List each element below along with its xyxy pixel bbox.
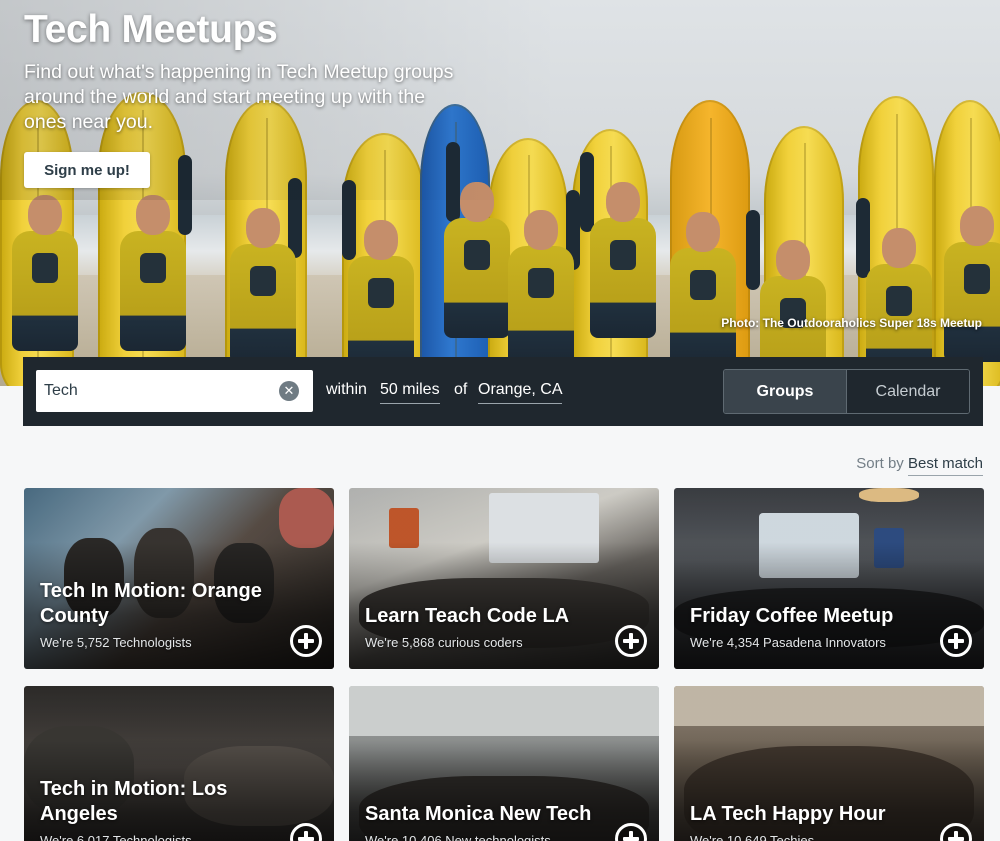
- group-card[interactable]: Friday Coffee Meetup We're 4,354 Pasaden…: [674, 488, 984, 669]
- group-members: We're 6,017 Technologists: [40, 833, 192, 841]
- page-title: Tech Meetups: [24, 8, 278, 51]
- hero-banner: Tech Meetups Find out what's happening i…: [0, 0, 1000, 386]
- search-bar: ✕ within 50 miles of Orange, CA Groups C…: [23, 357, 983, 426]
- group-members: We're 5,868 curious coders: [365, 635, 523, 650]
- join-plus-icon[interactable]: [615, 625, 647, 657]
- join-plus-icon[interactable]: [940, 625, 972, 657]
- group-members: We're 4,354 Pasadena Innovators: [690, 635, 886, 650]
- group-card[interactable]: Tech in Motion: Los Angeles We're 6,017 …: [24, 686, 334, 841]
- sort-selector[interactable]: Best match: [907, 455, 983, 476]
- within-label: within: [326, 381, 367, 398]
- group-title: Friday Coffee Meetup: [690, 605, 894, 627]
- group-members: We're 10,406 New technologists: [365, 833, 551, 841]
- group-card[interactable]: Learn Teach Code LA We're 5,868 curious …: [349, 488, 659, 669]
- sort-control: Sort by Best match: [856, 455, 983, 476]
- group-title: Tech in Motion: Los Angeles: [40, 778, 228, 825]
- sign-me-up-button[interactable]: Sign me up!: [24, 152, 150, 188]
- group-title: Learn Teach Code LA: [365, 605, 570, 627]
- view-toggle: Groups Calendar: [723, 369, 970, 414]
- photo-credit: Photo: The Outdooraholics Super 18s Meet…: [721, 316, 982, 330]
- location-selector[interactable]: Orange, CA: [478, 381, 563, 404]
- group-title: Santa Monica New Tech: [365, 803, 592, 825]
- group-members: We're 10,649 Techies: [690, 833, 815, 841]
- group-title: LA Tech Happy Hour: [690, 803, 886, 825]
- sort-label: Sort by: [856, 455, 904, 472]
- hero-subtitle: Find out what's happening in Tech Meetup…: [24, 61, 454, 133]
- join-plus-icon[interactable]: [290, 625, 322, 657]
- tab-groups[interactable]: Groups: [724, 370, 846, 413]
- search-input[interactable]: [36, 370, 276, 412]
- tab-calendar[interactable]: Calendar: [846, 370, 969, 413]
- group-card[interactable]: Santa Monica New Tech We're 10,406 New t…: [349, 686, 659, 841]
- group-card[interactable]: Tech In Motion: Orange County We're 5,75…: [24, 488, 334, 669]
- group-title: Tech In Motion: Orange County: [40, 580, 262, 627]
- of-label: of: [454, 381, 468, 398]
- group-members: We're 5,752 Technologists: [40, 635, 192, 650]
- distance-selector[interactable]: 50 miles: [380, 381, 440, 404]
- search-field: ✕: [36, 370, 313, 412]
- clear-search-icon[interactable]: ✕: [279, 381, 299, 401]
- group-card[interactable]: LA Tech Happy Hour We're 10,649 Techies: [674, 686, 984, 841]
